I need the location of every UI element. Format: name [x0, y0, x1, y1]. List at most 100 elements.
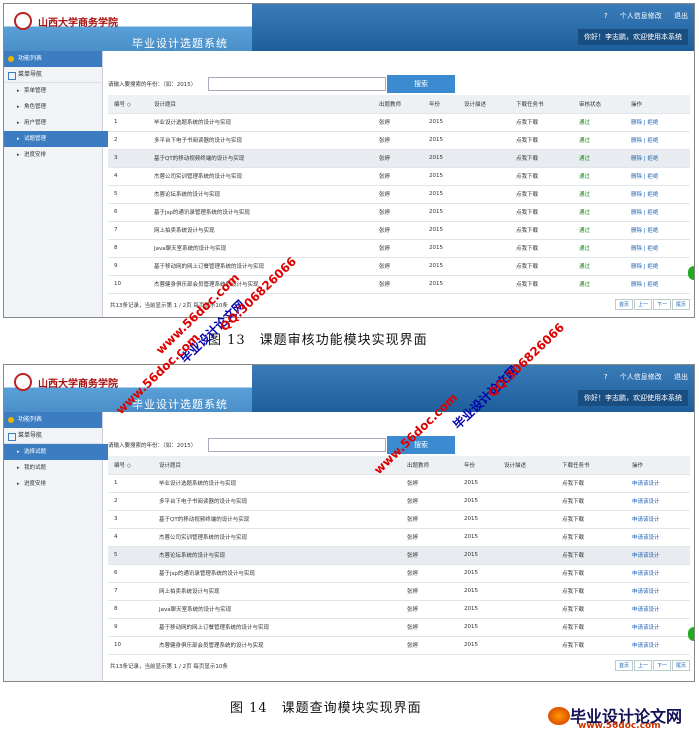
logout-link[interactable]: 退出 — [674, 373, 688, 381]
download-link[interactable]: 点我下载 — [510, 257, 573, 276]
download-link[interactable]: 点我下载 — [556, 564, 626, 583]
column-header[interactable]: 编号 ◇ — [108, 95, 148, 114]
action-links[interactable]: 删除 | 拒绝 — [625, 239, 690, 258]
table-row[interactable]: 8 Java聊天室系统的设计与实现 张婷 2015 点我下载 通过 删除 | 拒绝 — [108, 239, 690, 258]
sidebar-item[interactable]: 用户管理 — [4, 115, 102, 131]
column-header[interactable]: 出题教师 — [373, 95, 423, 114]
pager-button[interactable]: 尾页 — [671, 659, 690, 671]
download-link[interactable]: 点我下载 — [510, 275, 573, 294]
pager-button[interactable]: 尾页 — [671, 298, 690, 310]
table-row[interactable]: 1 毕业设计选题系统的设计与实现 张婷 2015 点我下载 申请该设计 — [108, 474, 690, 493]
action-links[interactable]: 删除 | 拒绝 — [625, 203, 690, 222]
apply-link[interactable]: 申请该设计 — [626, 600, 690, 619]
table-row[interactable]: 9 基于移动网的网上订餐管理系统的设计与实现 张婷 2015 点我下载 通过 删除 | 拒绝 — [108, 257, 690, 276]
download-link[interactable]: 点我下载 — [556, 528, 626, 547]
profile-link[interactable]: 个人信息修改 — [620, 373, 662, 381]
apply-link[interactable]: 申请该设计 — [626, 636, 690, 655]
search-button[interactable]: 搜索 — [387, 75, 455, 93]
search-input[interactable] — [208, 438, 386, 452]
help-icon[interactable]: ? — [604, 373, 608, 381]
action-links[interactable]: 删除 | 拒绝 — [625, 275, 690, 294]
download-link[interactable]: 点我下载 — [510, 203, 573, 222]
table-row[interactable]: 1 毕业设计选题系统的设计与实现 张婷 2015 点我下载 通过 删除 | 拒绝 — [108, 113, 690, 132]
menu-head[interactable]: 菜单导航 — [4, 428, 102, 444]
menu-head[interactable]: 菜单导航 — [4, 67, 102, 83]
sidebar-item[interactable]: 我的试题 — [4, 460, 102, 476]
table-row[interactable]: 8 Java聊天室系统的设计与实现 张婷 2015 点我下载 申请该设计 — [108, 600, 690, 619]
table-row[interactable]: 6 基于jsp的通讯录管理系统的设计与实现 张婷 2015 点我下载 申请该设计 — [108, 564, 690, 583]
table-row[interactable]: 6 基于jsp的通讯录管理系统的设计与实现 张婷 2015 点我下载 通过 删除 | 拒绝 — [108, 203, 690, 222]
pager-button[interactable]: 下一 — [652, 298, 671, 310]
column-header[interactable]: 下载任务书 — [510, 95, 573, 114]
table-row[interactable]: 7 网上拍卖系统设计与实现 张婷 2015 点我下载 通过 删除 | 拒绝 — [108, 221, 690, 240]
apply-link[interactable]: 申请该设计 — [626, 510, 690, 529]
column-header[interactable]: 操作 — [626, 456, 690, 475]
table-row[interactable]: 2 多平台下电子书阅读器的设计与实现 张婷 2015 点我下载 申请该设计 — [108, 492, 690, 511]
pager-button[interactable]: 首页 — [614, 298, 633, 310]
apply-link[interactable]: 申请该设计 — [626, 618, 690, 637]
table-row[interactable]: 4 杰蓉公司实训管理系统的设计与实现 张婷 2015 点我下载 通过 删除 | 拒绝 — [108, 167, 690, 186]
apply-link[interactable]: 申请该设计 — [626, 528, 690, 547]
column-header[interactable]: 年份 — [423, 95, 458, 114]
pager-button[interactable]: 首页 — [614, 659, 633, 671]
sidebar-item[interactable]: 进度安排 — [4, 147, 102, 163]
table-row[interactable]: 4 杰蓉公司实训管理系统的设计与实现 张婷 2015 点我下载 申请该设计 — [108, 528, 690, 547]
column-header[interactable]: 年份 — [458, 456, 498, 475]
action-links[interactable]: 删除 | 拒绝 — [625, 185, 690, 204]
column-header[interactable]: 设计题目 — [148, 95, 373, 114]
download-link[interactable]: 点我下载 — [510, 185, 573, 204]
table-row[interactable]: 3 基于QT的移动视频终端的设计与实现 张婷 2015 点我下载 申请该设计 — [108, 510, 690, 529]
side-tab-icon[interactable] — [688, 266, 694, 280]
download-link[interactable]: 点我下载 — [510, 239, 573, 258]
table-row[interactable]: 2 多平台下电子书阅读器的设计与实现 张婷 2015 点我下载 通过 删除 | 拒绝 — [108, 131, 690, 150]
column-header[interactable]: 设计描述 — [458, 95, 510, 114]
table-row[interactable]: 9 基于移动网的网上订餐管理系统的设计与实现 张婷 2015 点我下载 申请该设计 — [108, 618, 690, 637]
download-link[interactable]: 点我下载 — [510, 131, 573, 150]
apply-link[interactable]: 申请该设计 — [626, 546, 690, 565]
apply-link[interactable]: 申请该设计 — [626, 474, 690, 493]
help-icon[interactable]: ? — [604, 12, 608, 20]
download-link[interactable]: 点我下载 — [556, 636, 626, 655]
action-links[interactable]: 删除 | 拒绝 — [625, 131, 690, 150]
action-links[interactable]: 删除 | 拒绝 — [625, 113, 690, 132]
column-header[interactable]: 出题教师 — [401, 456, 458, 475]
download-link[interactable]: 点我下载 — [556, 600, 626, 619]
table-row[interactable]: 3 基于QT的移动视频终端的设计与实现 张婷 2015 点我下载 通过 删除 | 拒绝 — [108, 149, 690, 168]
column-header[interactable]: 设计题目 — [153, 456, 401, 475]
pager-button[interactable]: 上一 — [633, 298, 652, 310]
sidebar-item[interactable]: 选择试题 — [4, 444, 108, 460]
action-links[interactable]: 删除 | 拒绝 — [625, 221, 690, 240]
column-header[interactable]: 操作 — [625, 95, 690, 114]
logout-link[interactable]: 退出 — [674, 12, 688, 20]
download-link[interactable]: 点我下载 — [556, 474, 626, 493]
sidebar-item[interactable]: 进度安排 — [4, 476, 102, 492]
table-row[interactable]: 5 杰蓉论坛系统的设计与实现 张婷 2015 点我下载 申请该设计 — [108, 546, 690, 565]
column-header[interactable]: 审核状态 — [573, 95, 625, 114]
action-links[interactable]: 删除 | 拒绝 — [625, 167, 690, 186]
download-link[interactable]: 点我下载 — [556, 510, 626, 529]
download-link[interactable]: 点我下载 — [510, 113, 573, 132]
table-row[interactable]: 10 杰蓉健身俱乐部会员管理系统的设计与实现 张婷 2015 点我下载 申请该设计 — [108, 636, 690, 655]
pager-button[interactable]: 下一 — [652, 659, 671, 671]
column-header[interactable]: 设计描述 — [498, 456, 556, 475]
profile-link[interactable]: 个人信息修改 — [620, 12, 662, 20]
apply-link[interactable]: 申请该设计 — [626, 564, 690, 583]
apply-link[interactable]: 申请该设计 — [626, 492, 690, 511]
apply-link[interactable]: 申请该设计 — [626, 582, 690, 601]
sidebar-item[interactable]: 菜单管理 — [4, 83, 102, 99]
sidebar-item[interactable]: 试题管理 — [4, 131, 108, 147]
download-link[interactable]: 点我下载 — [556, 582, 626, 601]
download-link[interactable]: 点我下载 — [510, 167, 573, 186]
side-tab-icon[interactable] — [688, 627, 694, 641]
pager-button[interactable]: 上一 — [633, 659, 652, 671]
table-row[interactable]: 5 杰蓉论坛系统的设计与实现 张婷 2015 点我下载 通过 删除 | 拒绝 — [108, 185, 690, 204]
download-link[interactable]: 点我下载 — [556, 492, 626, 511]
search-input[interactable] — [208, 77, 386, 91]
action-links[interactable]: 删除 | 拒绝 — [625, 257, 690, 276]
column-header[interactable]: 编号 ◇ — [108, 456, 153, 475]
download-link[interactable]: 点我下载 — [510, 221, 573, 240]
download-link[interactable]: 点我下载 — [510, 149, 573, 168]
download-link[interactable]: 点我下载 — [556, 546, 626, 565]
column-header[interactable]: 下载任务书 — [556, 456, 626, 475]
table-row[interactable]: 7 网上拍卖系统设计与实现 张婷 2015 点我下载 申请该设计 — [108, 582, 690, 601]
